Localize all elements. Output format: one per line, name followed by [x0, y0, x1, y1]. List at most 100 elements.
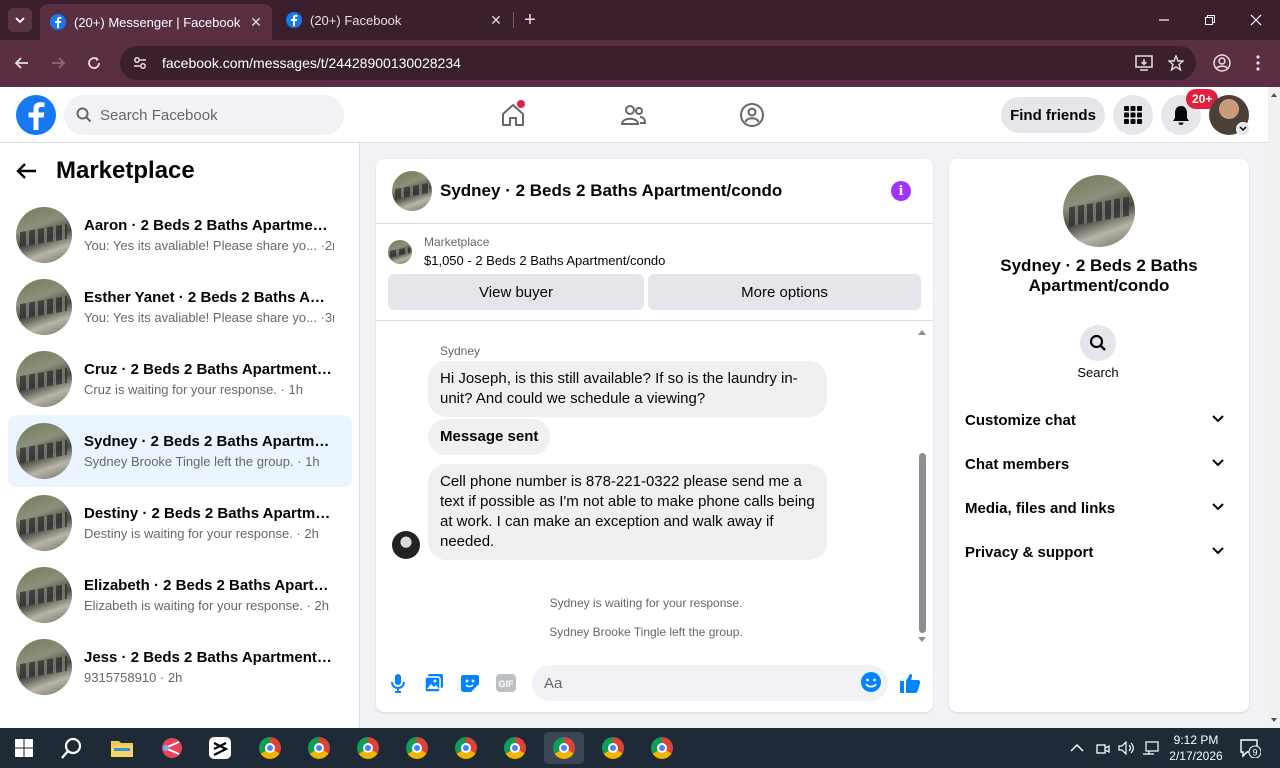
- section-customize-chat[interactable]: Customize chat: [957, 398, 1241, 442]
- message-bubble[interactable]: Cell phone number is 878-221-0322 please…: [428, 464, 827, 560]
- taskbar-search-icon[interactable]: [52, 732, 92, 764]
- menu-grid-icon[interactable]: [1113, 95, 1153, 135]
- meet-now-icon[interactable]: [1096, 728, 1110, 768]
- find-friends-button[interactable]: Find friends: [1001, 97, 1105, 133]
- conversation-item[interactable]: Cruz · 2 Beds 2 Baths Apartment/c... Cruz…: [8, 343, 352, 415]
- home-nav-icon[interactable]: [493, 95, 533, 135]
- reload-icon[interactable]: [81, 50, 107, 76]
- profile-icon[interactable]: [1209, 50, 1235, 76]
- chrome-profile-icon-active[interactable]: [544, 732, 584, 764]
- info-panel-title: Sydney · 2 Beds 2 Baths Apartment/condo: [1000, 256, 1198, 295]
- back-arrow-icon[interactable]: [9, 50, 35, 76]
- section-media-files-links[interactable]: Media, files and links: [957, 486, 1241, 530]
- back-arrow-icon[interactable]: [16, 162, 38, 180]
- action-center-icon[interactable]: 9: [1239, 728, 1261, 768]
- message-bubble[interactable]: Hi Joseph, is this still available? If s…: [428, 361, 827, 417]
- info-icon[interactable]: i: [891, 181, 911, 201]
- chrome-profile-icon[interactable]: [446, 732, 486, 764]
- message-bubble-autoreply[interactable]: Message sent: [428, 419, 551, 455]
- listing-thumbnail-large[interactable]: [1063, 175, 1135, 247]
- minimize-icon[interactable]: [1141, 0, 1187, 40]
- conversation-item[interactable]: Elizabeth · 2 Beds 2 Baths Apartm... Eliz…: [8, 559, 352, 631]
- browser-toolbar: facebook.com/messages/t/2442890013002823…: [0, 40, 1280, 87]
- forward-arrow-icon[interactable]: [45, 50, 71, 76]
- scrollbar-thumb[interactable]: [919, 453, 926, 633]
- section-privacy-support[interactable]: Privacy & support: [957, 530, 1241, 574]
- tab-search-dropdown-icon[interactable]: [8, 8, 32, 32]
- browser-menu-icon[interactable]: [1245, 50, 1271, 76]
- chat-header: Sydney · 2 Beds 2 Baths Apartment/condo …: [376, 159, 933, 224]
- network-icon[interactable]: [1142, 728, 1160, 768]
- conversation-item[interactable]: Destiny · 2 Beds 2 Baths Apartmen... Dest…: [8, 487, 352, 559]
- action-center-count: 9: [1252, 748, 1257, 758]
- photo-icon[interactable]: [422, 671, 446, 695]
- tab-messenger[interactable]: (20+) Messenger | Facebook ✕: [40, 4, 272, 40]
- chrome-profile-icon[interactable]: [495, 732, 535, 764]
- listing-thumbnail[interactable]: [392, 171, 432, 211]
- restore-icon[interactable]: [1187, 0, 1233, 40]
- conversation-item[interactable]: Sydney · 2 Beds 2 Baths Apartmen... Sydne…: [8, 415, 352, 487]
- chrome-icon[interactable]: [250, 732, 290, 764]
- listing-thumbnail: [16, 639, 72, 695]
- friends-nav-icon[interactable]: [613, 95, 653, 135]
- close-tab-icon[interactable]: ✕: [246, 12, 266, 32]
- system-message: Sydney Brooke Tingle left the group.: [549, 625, 743, 639]
- view-buyer-button[interactable]: View buyer: [388, 274, 644, 310]
- conversation-name: Destiny · 2 Beds 2 Baths Apartmen...: [84, 505, 334, 522]
- gif-label: GIF: [499, 679, 515, 689]
- conversation-preview: 9315758910 · 2h: [84, 670, 183, 685]
- conversation-preview: You: Yes its avaliable! Please share yo.…: [84, 238, 334, 253]
- conversation-item[interactable]: Esther Yanet · 2 Beds 2 Baths Apar... You…: [8, 271, 352, 343]
- bookmark-star-icon[interactable]: [1162, 49, 1190, 77]
- facebook-search[interactable]: [64, 95, 344, 135]
- capcut-app-icon[interactable]: [200, 732, 240, 764]
- chrome-profile-icon[interactable]: [642, 732, 682, 764]
- conversation-item[interactable]: Aaron · 2 Beds 2 Baths Apartment... You: …: [8, 199, 352, 271]
- thumbs-up-icon[interactable]: [898, 671, 922, 695]
- address-bar[interactable]: facebook.com/messages/t/2442890013002823…: [120, 46, 1196, 80]
- chrome-profile-icon[interactable]: [299, 732, 339, 764]
- facebook-header: Find friends 20+: [0, 87, 1268, 143]
- close-window-icon[interactable]: [1233, 0, 1279, 40]
- conversation-item[interactable]: Jess · 2 Beds 2 Baths Apartment/c... 9315…: [8, 631, 352, 703]
- search-label: Search: [1077, 365, 1119, 380]
- conversation-preview: Sydney Brooke Tingle left the group. · 1…: [84, 454, 320, 469]
- show-hidden-icons-chevron-up-icon[interactable]: [1070, 728, 1084, 768]
- listing-thumbnail: [16, 351, 72, 407]
- clock-time: 9:12 PM: [1173, 733, 1219, 747]
- tab-facebook[interactable]: (20+) Facebook ✕: [276, 4, 512, 36]
- new-tab-plus-icon[interactable]: +: [518, 8, 542, 32]
- page-scrollbar[interactable]: [1268, 87, 1280, 728]
- emoji-icon[interactable]: [860, 671, 882, 693]
- browser-tab-bar: (20+) Messenger | Facebook ✕ (20+) Faceb…: [0, 0, 1280, 40]
- message-input-box[interactable]: [532, 665, 888, 701]
- chrome-profile-icon[interactable]: [593, 732, 633, 764]
- section-label: Privacy & support: [965, 543, 1094, 561]
- site-settings-icon[interactable]: [126, 49, 154, 77]
- section-chat-members[interactable]: Chat members: [957, 442, 1241, 486]
- sticker-icon[interactable]: [458, 671, 482, 695]
- close-tab-icon[interactable]: ✕: [486, 10, 506, 30]
- volume-icon[interactable]: [1118, 728, 1136, 768]
- search-in-chat-button[interactable]: [1080, 325, 1116, 361]
- listing-summary[interactable]: Marketplace $1,050 - 2 Beds 2 Baths Apar…: [388, 235, 665, 268]
- sender-avatar[interactable]: [392, 531, 420, 559]
- install-app-icon[interactable]: [1130, 49, 1158, 77]
- gif-icon[interactable]: GIF: [494, 671, 518, 695]
- windows-start-icon[interactable]: [4, 732, 44, 764]
- chrome-profile-icon[interactable]: [348, 732, 388, 764]
- chat-title[interactable]: Sydney · 2 Beds 2 Baths Apartment/condo: [440, 181, 782, 201]
- chrome-profile-icon[interactable]: [397, 732, 437, 764]
- system-clock[interactable]: 9:12 PM 2/17/2026: [1163, 732, 1229, 764]
- account-chevron-down-icon[interactable]: [1236, 122, 1250, 136]
- facebook-logo-icon[interactable]: [16, 95, 56, 135]
- listing-price-title: $1,050 - 2 Beds 2 Baths Apartment/condo: [424, 253, 666, 268]
- message-input[interactable]: [544, 674, 844, 692]
- more-options-button[interactable]: More options: [648, 274, 921, 310]
- groups-nav-icon[interactable]: [732, 95, 772, 135]
- snipping-app-icon[interactable]: [152, 732, 192, 764]
- listing-thumbnail: [16, 279, 72, 335]
- microphone-icon[interactable]: [386, 671, 410, 695]
- file-explorer-icon[interactable]: [102, 732, 142, 764]
- search-input[interactable]: [100, 106, 320, 124]
